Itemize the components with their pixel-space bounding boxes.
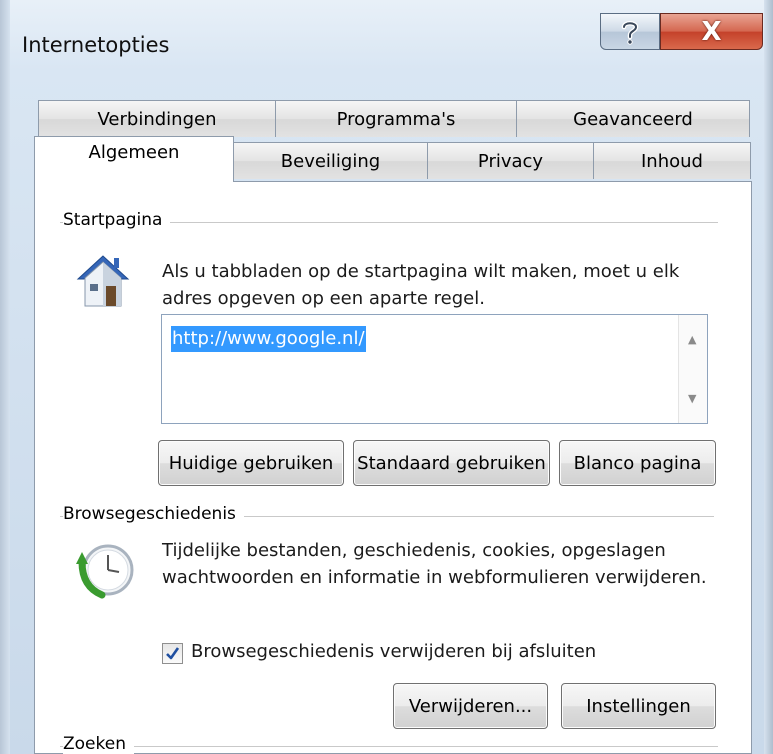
startpagina-description-line2: adres opgeven op een aparte regel.	[162, 288, 485, 309]
tab-verbindingen[interactable]: Verbindingen	[38, 100, 276, 137]
browsegeschiedenis-description-line2: wachtwoorden en informatie in webformuli…	[162, 567, 707, 588]
close-button[interactable]: X	[660, 13, 763, 50]
help-icon	[621, 20, 639, 45]
history-settings-button[interactable]: Instellingen	[561, 683, 716, 729]
tab-inhoud[interactable]: Inhoud	[593, 142, 751, 179]
scroll-down-icon[interactable]: ▼	[688, 392, 696, 405]
tab-programmas[interactable]: Programma's	[275, 100, 517, 137]
tab-privacy[interactable]: Privacy	[427, 142, 594, 179]
close-icon: X	[701, 16, 722, 47]
window-right-border	[764, 0, 773, 754]
startpagina-group-label: Startpagina	[63, 210, 171, 230]
clock-history-icon	[76, 544, 134, 599]
checkmark-icon	[166, 647, 180, 660]
tab-beveiliging[interactable]: Beveiliging	[233, 142, 428, 179]
window-title: Internetopties	[22, 33, 170, 57]
zoeken-group-line	[60, 746, 718, 747]
homepage-url-text: http://www.google.nl/	[171, 326, 366, 352]
homepage-textarea[interactable]: http://www.google.nl/ ▲ ▼	[161, 314, 708, 424]
delete-on-exit-label[interactable]: Browsegeschiedenis verwijderen bij afslu…	[191, 641, 596, 662]
browsegeschiedenis-group-label: Browsegeschiedenis	[63, 504, 244, 524]
zoeken-group-label: Zoeken	[63, 734, 134, 754]
dialog-window: Internetopties X Verbindingen Programma'…	[0, 0, 773, 754]
delete-history-button[interactable]: Verwijderen...	[393, 683, 548, 729]
textarea-scrollbar[interactable]: ▲ ▼	[678, 315, 707, 423]
use-default-button[interactable]: Standaard gebruiken	[353, 440, 550, 486]
startpagina-description-line1: Als u tabbladen op de startpagina wilt m…	[162, 261, 680, 282]
scroll-up-icon[interactable]: ▲	[688, 333, 696, 346]
browsegeschiedenis-description-line1: Tijdelijke bestanden, geschiedenis, cook…	[162, 540, 666, 561]
delete-on-exit-checkbox[interactable]	[162, 643, 183, 664]
house-icon	[76, 255, 130, 307]
blank-page-button[interactable]: Blanco pagina	[559, 440, 716, 486]
tab-algemeen[interactable]: Algemeen	[34, 136, 234, 182]
tab-geavanceerd[interactable]: Geavanceerd	[516, 100, 750, 137]
use-current-button[interactable]: Huidige gebruiken	[158, 440, 344, 486]
help-button[interactable]	[600, 13, 660, 50]
window-left-border	[0, 0, 10, 754]
